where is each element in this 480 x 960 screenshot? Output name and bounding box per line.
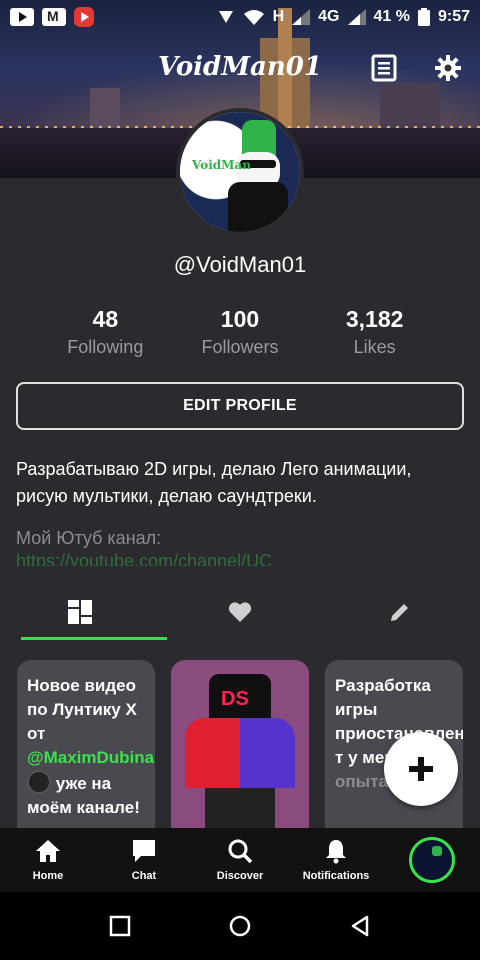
pencil-icon (391, 604, 408, 621)
settings-button[interactable] (434, 54, 462, 82)
gear-icon (435, 55, 461, 81)
battery-icon (417, 8, 430, 26)
network-4g-label: 4G (318, 8, 340, 25)
nav-discover-label: Discover (216, 870, 264, 882)
cover-tower-3 (90, 88, 120, 128)
network-type-label: H (272, 8, 285, 25)
nav-notifications-label: Notifications (302, 870, 370, 882)
screen-record-icon (74, 7, 94, 27)
home-button-icon[interactable] (229, 915, 251, 937)
signal-icon-2 (347, 9, 366, 25)
bottom-nav: Home Chat Discover Notifications (0, 828, 480, 892)
figure-legs (205, 788, 275, 828)
chat-icon (133, 840, 155, 862)
post-card-text: Новое видео по Лунтику Х от @MaximDubina… (17, 660, 155, 828)
profile-avatar-icon (409, 837, 455, 883)
system-navigation-bar (0, 892, 480, 960)
figure-label: DS (221, 688, 249, 710)
mini-avatar-icon (27, 770, 51, 794)
avatar-torso (228, 182, 288, 232)
stat-following[interactable]: 48 Following (45, 306, 165, 358)
stat-followers[interactable]: 100 Followers (180, 306, 300, 358)
wifi-icon (243, 10, 264, 25)
figure-torso-right (240, 718, 295, 788)
post-card[interactable]: DS (171, 660, 309, 828)
stat-likes-label: Likes (353, 337, 396, 357)
tab-posts[interactable] (0, 586, 167, 640)
signal-icon-1 (292, 9, 311, 25)
edit-profile-button[interactable]: EDIT PROFILE (16, 382, 464, 430)
post-card-text-part1: Новое видео по Лунтику Х от (27, 676, 137, 743)
vibrate-icon (218, 11, 233, 23)
search-icon (228, 839, 253, 864)
document-icon (371, 54, 397, 82)
nav-notifications[interactable]: Notifications (288, 828, 384, 892)
stat-followers-label: Followers (201, 337, 279, 357)
profile-avatar[interactable]: VoidMan (176, 108, 304, 236)
status-left-icons (10, 7, 94, 27)
bell-icon (326, 840, 346, 864)
home-icon (36, 840, 60, 862)
profile-stats: 48 Following 100 Followers 3,182 Likes (0, 306, 480, 358)
profile-bio-link[interactable]: https://youtube.com/channel/UC (16, 552, 272, 566)
back-icon[interactable] (349, 915, 371, 937)
nav-home-label: Home (32, 870, 64, 882)
recents-icon[interactable] (109, 915, 131, 937)
status-bar: H 4G 41 % 9:57 (0, 0, 480, 34)
stat-following-label: Following (67, 337, 144, 357)
profile-handle: @VoidMan01 (173, 252, 307, 277)
nav-chat-label: Chat (131, 870, 157, 882)
stat-likes-value: 3,182 (345, 306, 404, 332)
battery-percent: 41 % (373, 8, 410, 25)
youtube-icon (10, 8, 34, 26)
heart-icon (228, 602, 252, 622)
nav-discover[interactable]: Discover (192, 828, 288, 892)
gmail-icon (42, 8, 66, 26)
profile-info-icon[interactable] (370, 54, 398, 82)
profile-tabs (0, 586, 480, 640)
figure-torso-left (185, 718, 240, 788)
tab-drafts[interactable] (320, 586, 480, 638)
stat-following-value: 48 (92, 306, 119, 332)
tab-likes[interactable] (160, 586, 320, 638)
stat-followers-value: 100 (220, 306, 260, 332)
nav-home[interactable]: Home (0, 828, 96, 892)
cover-tower-4 (380, 83, 440, 128)
post-card-mention[interactable]: @MaximDubina (27, 748, 154, 767)
profile-bio: Разрабатываю 2D игры, делаю Лего анимаци… (16, 459, 412, 506)
grid-icon (68, 600, 92, 624)
avatar-label: VoidMan (192, 158, 251, 172)
plus-icon (409, 757, 433, 781)
clock: 9:57 (437, 8, 470, 25)
nav-profile[interactable] (384, 828, 480, 892)
profile-bio-channel-label: Мой Ютуб канал: (16, 528, 162, 548)
figure-torso (185, 718, 295, 788)
post-card[interactable]: Новое видео по Лунтику Х от @MaximDubina… (17, 660, 155, 828)
profile-title: VoidMan01 (158, 52, 322, 82)
stat-likes[interactable]: 3,182 Likes (315, 306, 435, 358)
create-post-button[interactable] (384, 732, 458, 806)
nav-chat[interactable]: Chat (96, 828, 192, 892)
status-right-icons: H 4G 41 % 9:57 (217, 8, 470, 26)
